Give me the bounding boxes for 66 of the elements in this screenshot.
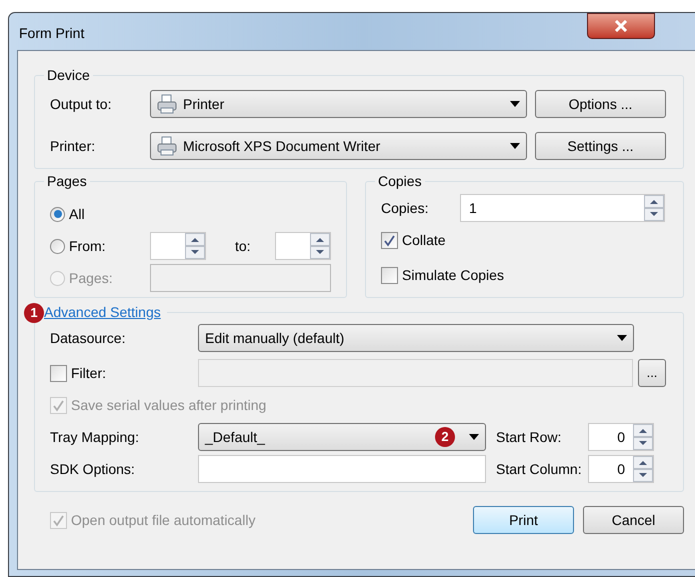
dropdown[interactable]: Edit manually (default)	[198, 324, 634, 352]
field-label: Datasource:	[50, 328, 126, 348]
printer-icon	[157, 94, 177, 114]
spin-value: 1	[468, 198, 478, 218]
group-title: Pages	[46, 172, 88, 191]
number-badge: 2	[435, 427, 455, 447]
dropdown-value: Microsoft XPS Document Writer	[183, 136, 382, 156]
radio-label: All	[69, 204, 86, 224]
printer-icon	[157, 136, 177, 156]
caret-icon	[469, 434, 479, 440]
checkbox[interactable]	[381, 232, 398, 249]
pages-input[interactable]	[150, 264, 331, 292]
advanced-settings-link[interactable]: Advanced Settings	[44, 302, 161, 323]
close-icon	[614, 20, 628, 32]
spin-field[interactable]: 0	[588, 423, 654, 451]
window-title: Form Print	[19, 24, 86, 43]
spin-field[interactable]: 0	[588, 455, 654, 483]
spin-arrows-icon[interactable]	[310, 233, 330, 259]
dropdown[interactable]: _Default_ 2	[198, 423, 486, 451]
spin-field[interactable]	[150, 232, 206, 260]
caret-icon	[617, 335, 627, 341]
field-label: Copies:	[381, 198, 430, 218]
field-label: Start Row:	[495, 428, 562, 446]
checkbox[interactable]	[50, 364, 67, 382]
field-label: Filter:	[71, 364, 106, 382]
dialog-button[interactable]: Options ...	[535, 90, 666, 118]
field-label: Output to:	[50, 94, 112, 114]
sdk-options-input[interactable]	[198, 455, 486, 483]
spin-arrows-icon[interactable]	[633, 456, 653, 482]
field-label: Collate	[402, 231, 446, 250]
spin-field[interactable]: 1	[460, 194, 665, 222]
close-button[interactable]	[587, 13, 655, 39]
spin-arrows-icon[interactable]	[633, 424, 653, 450]
dropdown-value: _Default_	[205, 428, 266, 447]
radio-button[interactable]	[50, 206, 65, 222]
radio-button[interactable]	[50, 238, 65, 254]
number-badge: 1	[24, 302, 44, 322]
field-label: Start Column:	[495, 460, 583, 478]
filter-input[interactable]	[198, 359, 633, 387]
field-label: Tray Mapping:	[50, 428, 140, 447]
spin-field[interactable]	[275, 232, 331, 260]
dropdown-value: Printer	[183, 94, 226, 114]
dialog-button[interactable]: Print	[473, 506, 574, 534]
group-title: Device	[46, 66, 91, 85]
spin-value: 0	[616, 460, 626, 478]
dialog-button[interactable]: Cancel	[583, 506, 684, 534]
radio-label: Pages:	[69, 268, 114, 288]
dropdown[interactable]: Printer	[150, 90, 527, 118]
dialog-button[interactable]: Settings ...	[535, 132, 666, 160]
dropdown-value: Edit manually (default)	[205, 328, 346, 348]
radio-label: From:	[69, 236, 107, 256]
checkbox[interactable]	[381, 267, 398, 284]
dropdown[interactable]: Microsoft XPS Document Writer	[150, 132, 527, 160]
field-label: Save serial values after printing	[71, 396, 266, 415]
group-title: Copies	[377, 172, 423, 191]
field-label: Printer:	[50, 136, 96, 156]
spin-arrows-icon[interactable]	[185, 233, 205, 259]
caret-icon	[510, 101, 520, 107]
spin-value: 0	[616, 428, 626, 446]
browse-button[interactable]: ...	[638, 359, 666, 387]
caret-icon	[510, 143, 520, 149]
field-label: Simulate Copies	[402, 266, 504, 285]
field-label: SDK Options:	[50, 460, 136, 479]
field-label: Open output file automatically	[71, 510, 256, 530]
spin-arrows-icon[interactable]	[644, 195, 664, 221]
field-label: to:	[234, 236, 252, 256]
